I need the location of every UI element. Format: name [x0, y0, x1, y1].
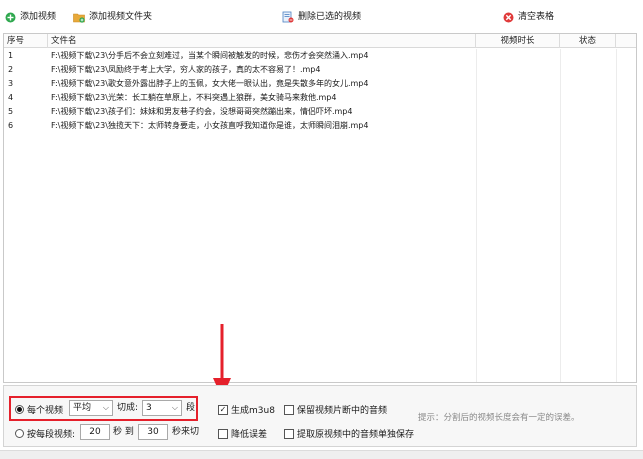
clear-icon	[502, 11, 514, 23]
row-filename: F:\视频下载\23\分手后不会立刻难过，当某个瞬间被触发的时候，悲伤才会突然涌…	[51, 51, 369, 60]
delete-selected-label: 删除已选的视频	[298, 12, 362, 22]
header-filename[interactable]: 文件名	[48, 34, 476, 48]
annotation-highlight-box	[9, 396, 198, 421]
segment-min-seconds-input[interactable]: 20	[80, 424, 110, 440]
delete-selected-button[interactable]: 删除已选的视频	[282, 10, 361, 24]
segment-max-seconds-input[interactable]: 30	[138, 424, 168, 440]
row-number: 2	[8, 65, 14, 74]
row-number: 5	[8, 107, 14, 116]
generate-m3u8-option[interactable]: ✓ 生成m3u8	[218, 403, 275, 416]
add-video-label: 添加视频	[20, 12, 57, 22]
add-folder-button[interactable]: 添加视频文件夹	[73, 10, 152, 24]
row-number: 6	[8, 121, 14, 130]
per-segment-option[interactable]: 按每段视频:	[15, 427, 75, 440]
video-file-table[interactable]: 序号 文件名 视频时长 状态 1 F:\视频下载\23\分手后不会立刻难过，当某…	[3, 33, 637, 383]
row-filename: F:\视频下载\23\独揽天下：太师转身要走，小女孩直呼我知道你是谁，太师瞬间泪…	[51, 121, 369, 130]
row-number: 1	[8, 51, 14, 60]
header-no[interactable]: 序号	[4, 34, 48, 48]
table-row[interactable]: 2 F:\视频下载\23\凤励终于考上大学，穷人家的孩子，真的太不容易了！.mp…	[4, 63, 636, 77]
toolbar: 添加视频 添加视频文件夹 删除已选的视频 清空表格	[0, 0, 643, 34]
generate-m3u8-label: 生成m3u8	[231, 406, 275, 416]
header-duration[interactable]: 视频时长	[476, 34, 560, 48]
row-filename: F:\视频下载\23\光荣：长工躺在草原上，不料突遇上狼群，美女骑马来救他.mp…	[51, 93, 337, 102]
status-strip	[0, 450, 643, 459]
add-video-button[interactable]: 添加视频	[4, 10, 56, 24]
reduce-error-label: 降低误差	[231, 430, 268, 440]
folder-add-icon	[73, 11, 85, 23]
add-circle-icon	[4, 11, 16, 23]
hint-text: 提示：分割后的视频长度会有一定的误差。	[418, 413, 580, 423]
reduce-error-option[interactable]: 降低误差	[218, 427, 267, 440]
keep-audio-option[interactable]: 保留视频片断中的音频	[284, 403, 387, 416]
row-filename: F:\视频下载\23\歌女意外露出脖子上的玉佩，女大佬一眼认出，竟是失散多年的女…	[51, 79, 369, 88]
row-number: 4	[8, 93, 14, 102]
add-folder-label: 添加视频文件夹	[89, 12, 153, 22]
seconds-to-label: 秒 到	[113, 427, 134, 437]
table-row[interactable]: 1 F:\视频下载\23\分手后不会立刻难过，当某个瞬间被触发的时候，悲伤才会突…	[4, 49, 636, 63]
clear-table-button[interactable]: 清空表格	[502, 10, 554, 24]
row-filename: F:\视频下载\23\凤励终于考上大学，穷人家的孩子，真的太不容易了！.mp4	[51, 65, 321, 74]
table-row[interactable]: 6 F:\视频下载\23\独揽天下：太师转身要走，小女孩直呼我知道你是谁，太师瞬…	[4, 119, 636, 133]
extract-audio-option[interactable]: 提取原视频中的音频单独保存	[284, 427, 414, 440]
per-segment-label: 按每段视频:	[27, 430, 76, 440]
table-body: 1 F:\视频下载\23\分手后不会立刻难过，当某个瞬间被触发的时候，悲伤才会突…	[4, 49, 636, 133]
table-row[interactable]: 5 F:\视频下载\23\孩子们：妹妹和男友巷子约会，没想哥哥突然蹦出来，情侣吓…	[4, 105, 636, 119]
clear-table-label: 清空表格	[518, 12, 555, 22]
keep-audio-label: 保留视频片断中的音频	[297, 406, 388, 416]
header-status[interactable]: 状态	[560, 34, 616, 48]
table-header: 序号 文件名 视频时长 状态	[4, 34, 636, 48]
keep-audio-checkbox[interactable]	[284, 404, 294, 415]
reduce-error-checkbox[interactable]	[218, 428, 228, 439]
seconds-cut-label: 秒来切	[172, 427, 200, 437]
extract-audio-checkbox[interactable]	[284, 428, 294, 439]
extract-audio-label: 提取原视频中的音频单独保存	[297, 430, 415, 440]
generate-m3u8-checkbox[interactable]: ✓	[218, 404, 228, 415]
delete-doc-icon	[282, 11, 294, 23]
table-row[interactable]: 4 F:\视频下载\23\光荣：长工躺在草原上，不料突遇上狼群，美女骑马来救他.…	[4, 91, 636, 105]
per-segment-radio[interactable]	[15, 429, 24, 438]
row-filename: F:\视频下载\23\孩子们：妹妹和男友巷子约会，没想哥哥突然蹦出来，情侣吓坏.…	[51, 107, 353, 116]
row-number: 3	[8, 79, 14, 88]
table-row[interactable]: 3 F:\视频下载\23\歌女意外露出脖子上的玉佩，女大佬一眼认出，竟是失散多年…	[4, 77, 636, 91]
